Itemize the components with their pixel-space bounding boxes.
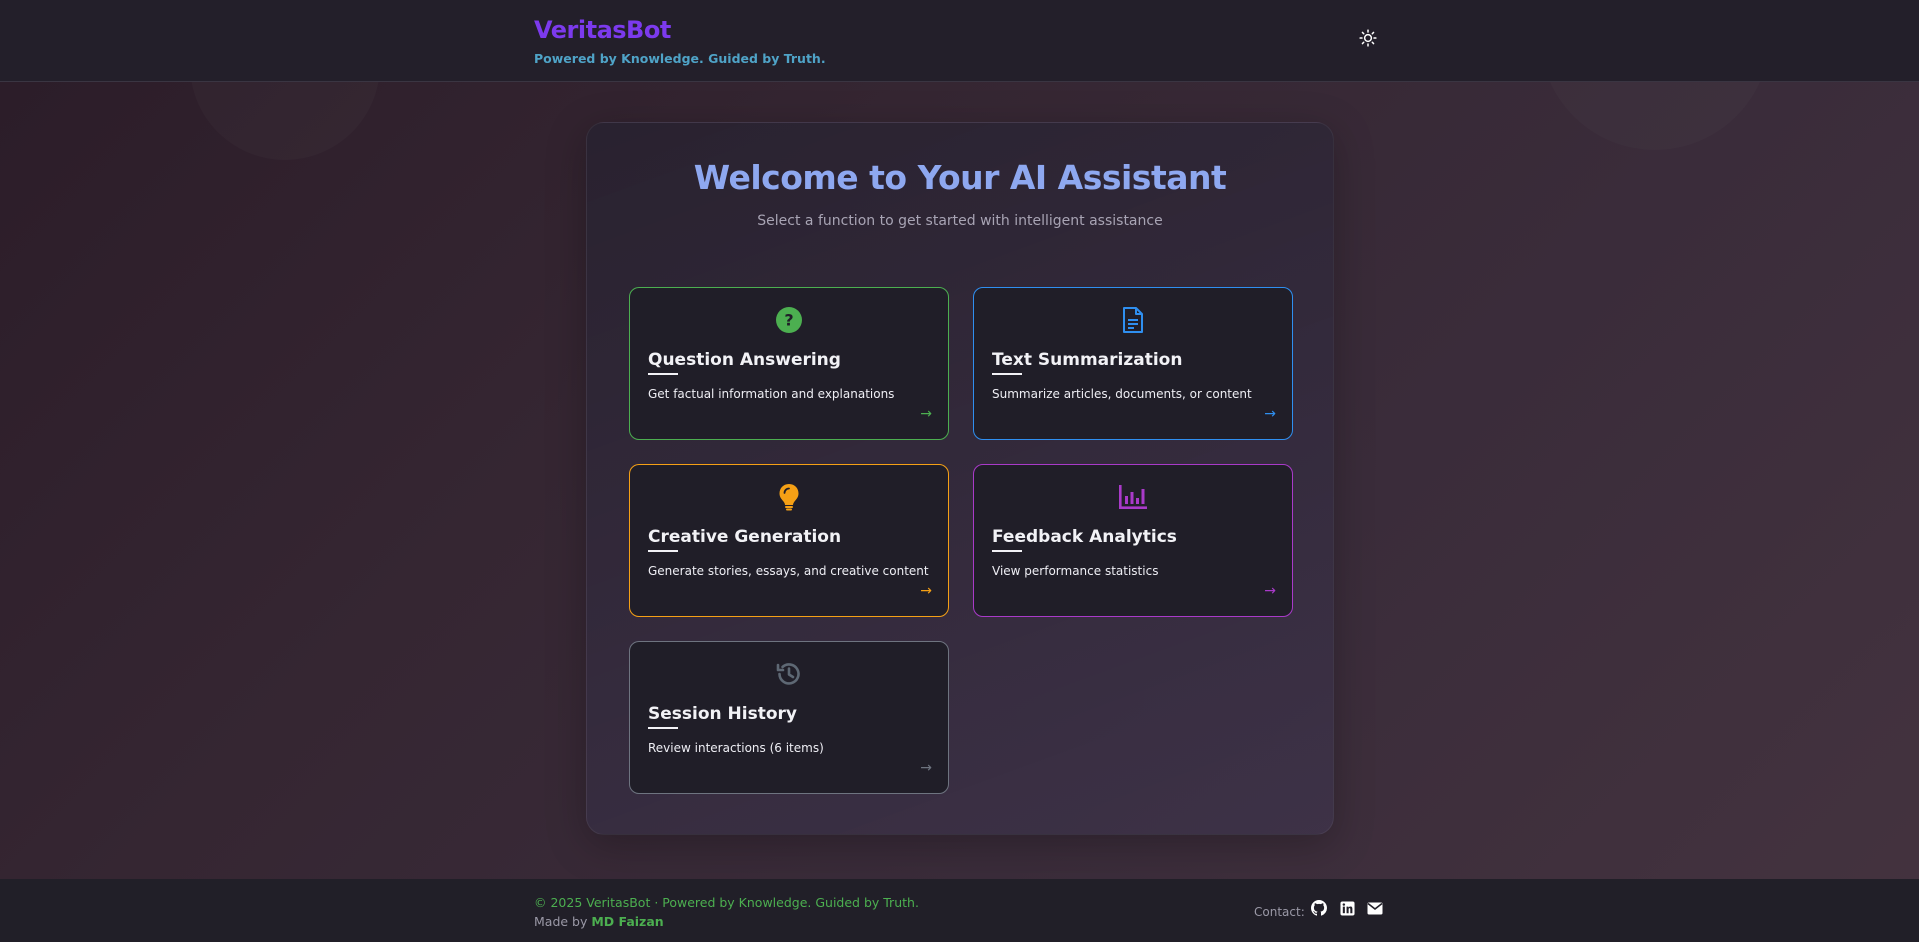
- document-icon: [974, 304, 1292, 336]
- page-title: Welcome to Your AI Assistant: [693, 158, 1227, 197]
- email-icon[interactable]: [1367, 900, 1383, 916]
- card-description: Generate stories, essays, and creative c…: [648, 564, 929, 578]
- question-answering-card[interactable]: ? Question Answering Get factual informa…: [629, 287, 949, 440]
- footer-author-link[interactable]: MD Faizan: [591, 914, 663, 929]
- contact-label: Contact:: [1254, 905, 1305, 919]
- arrow-right-icon: →: [1264, 583, 1276, 599]
- history-icon: [630, 658, 948, 690]
- top-header: VeritasBot Powered by Knowledge. Guided …: [0, 0, 1919, 82]
- svg-text:?: ?: [784, 311, 793, 330]
- creative-generation-card[interactable]: Creative Generation Generate stories, es…: [629, 464, 949, 617]
- footer-credit: Made by MD Faizan: [534, 914, 664, 929]
- card-underline: [992, 550, 1022, 552]
- welcome-panel: Welcome to Your AI Assistant Select a fu…: [586, 122, 1334, 835]
- feedback-analytics-card[interactable]: Feedback Analytics View performance stat…: [973, 464, 1293, 617]
- page-footer: © 2025 VeritasBot · Powered by Knowledge…: [0, 879, 1919, 942]
- app-title[interactable]: VeritasBot: [534, 16, 671, 44]
- arrow-right-icon: →: [920, 760, 932, 776]
- arrow-right-icon: →: [920, 583, 932, 599]
- card-title: Session History: [648, 704, 797, 724]
- footer-copyright: © 2025 VeritasBot · Powered by Knowledge…: [534, 895, 919, 910]
- card-description: View performance statistics: [992, 564, 1159, 578]
- card-underline: [648, 727, 678, 729]
- contact-links: [1311, 900, 1383, 916]
- theme-toggle-button[interactable]: [1356, 26, 1380, 50]
- linkedin-icon[interactable]: [1339, 900, 1355, 916]
- arrow-right-icon: →: [920, 406, 932, 422]
- card-title: Text Summarization: [992, 350, 1183, 370]
- card-title: Question Answering: [648, 350, 841, 370]
- card-underline: [992, 373, 1022, 375]
- footer-credit-prefix: Made by: [534, 914, 592, 929]
- lightbulb-icon: [630, 481, 948, 513]
- card-title: Feedback Analytics: [992, 527, 1177, 547]
- card-description: Review interactions (6 items): [648, 741, 824, 755]
- analytics-chart-icon: [974, 481, 1292, 513]
- app-tagline: Powered by Knowledge. Guided by Truth.: [534, 51, 826, 66]
- arrow-right-icon: →: [1264, 406, 1276, 422]
- card-underline: [648, 550, 678, 552]
- card-title: Creative Generation: [648, 527, 842, 547]
- question-circle-icon: ?: [630, 304, 948, 336]
- text-summarization-card[interactable]: Text Summarization Summarize articles, d…: [973, 287, 1293, 440]
- page-subtitle: Select a function to get started with in…: [757, 213, 1163, 229]
- session-history-card[interactable]: Session History Review interactions (6 i…: [629, 641, 949, 794]
- card-underline: [648, 373, 678, 375]
- github-icon[interactable]: [1311, 900, 1327, 916]
- sun-icon: [1359, 29, 1377, 47]
- card-description: Summarize articles, documents, or conten…: [992, 387, 1252, 401]
- card-description: Get factual information and explanations: [648, 387, 895, 401]
